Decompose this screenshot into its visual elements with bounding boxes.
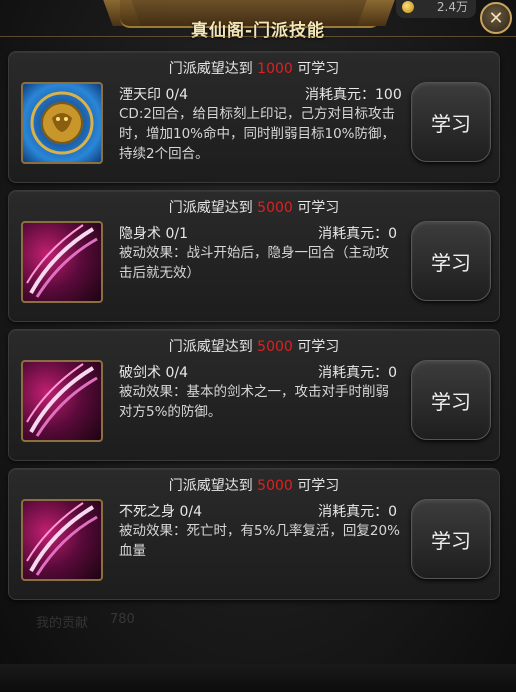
skill-description: CD:2回合，给目标刻上印记，己方对目标攻击时，增加10%命中，同时削弱目标10… [119,106,396,162]
skill-name: 不死之身 0/4 [119,504,202,520]
skill-cost: 消耗真元：0 [318,365,397,381]
requirement-suffix: 可学习 [297,61,340,77]
skill-card: 门派威望达到 5000 可学习 隐身术 0/1 消耗真元：0 被动效果：战斗开始… [8,190,500,322]
skill-cost: 消耗真元：0 [318,504,397,520]
skill-requirement: 门派威望达到 5000 可学习 [9,475,499,495]
learn-button[interactable]: 学习 [411,82,491,162]
skill-cost: 消耗真元：0 [318,226,397,242]
requirement-suffix: 可学习 [297,200,340,216]
skill-requirement: 门派威望达到 5000 可学习 [9,197,499,217]
skill-card: 门派威望达到 5000 可学习 不死之身 0/4 消耗真元：0 被动效果：死亡时… [8,468,500,600]
skill-name: 湮天印 0/4 [119,87,188,103]
requirement-prefix: 门派威望达到 [168,200,253,216]
learn-button[interactable]: 学习 [411,360,491,440]
skill-name: 隐身术 0/1 [119,226,188,242]
skill-description: 被动效果：基本的剑术之一，攻击对手时削弱对方5%的防御。 [119,384,389,420]
skill-description: 被动效果：死亡时，有5%几率复活，回复20%血量 [119,523,400,559]
requirement-prefix: 门派威望达到 [168,61,253,77]
learn-button[interactable]: 学习 [411,499,491,579]
skill-cost: 消耗真元：100 [305,87,402,103]
bottom-nav-bar [0,664,516,692]
coin-icon [402,1,414,13]
lion-seal-icon[interactable] [21,82,103,164]
claw-slash-icon[interactable] [21,499,103,581]
currency-value: 2.4万 [436,0,468,14]
skill-dialog: 我的贡献 780 2.4万 ✕ 真仙阁-门派技能 门派威望达到 1000 可学习 [0,0,516,692]
requirement-prefix: 门派威望达到 [168,478,253,494]
skill-requirement: 门派威望达到 5000 可学习 [9,336,499,356]
skill-list: 门派威望达到 1000 可学习 湮天印 0/4 消耗真元：100 CD:2回合，… [0,36,516,692]
claw-slash-icon[interactable] [21,360,103,442]
requirement-prefix: 门派威望达到 [168,339,253,355]
requirement-value: 1000 [257,61,293,77]
skill-name: 破剑术 0/4 [119,365,188,381]
requirement-suffix: 可学习 [297,339,340,355]
skill-card: 门派威望达到 5000 可学习 破剑术 0/4 消耗真元：0 被动效果：基本的剑… [8,329,500,461]
requirement-suffix: 可学习 [297,478,340,494]
requirement-value: 5000 [257,339,293,355]
skill-card: 门派威望达到 1000 可学习 湮天印 0/4 消耗真元：100 CD:2回合，… [8,51,500,183]
skill-requirement: 门派威望达到 1000 可学习 [9,58,499,78]
requirement-value: 5000 [257,478,293,494]
skill-description: 被动效果：战斗开始后，隐身一回合（主动攻击后就无效） [119,245,389,281]
requirement-value: 5000 [257,200,293,216]
learn-button[interactable]: 学习 [411,221,491,301]
claw-slash-icon[interactable] [21,221,103,303]
